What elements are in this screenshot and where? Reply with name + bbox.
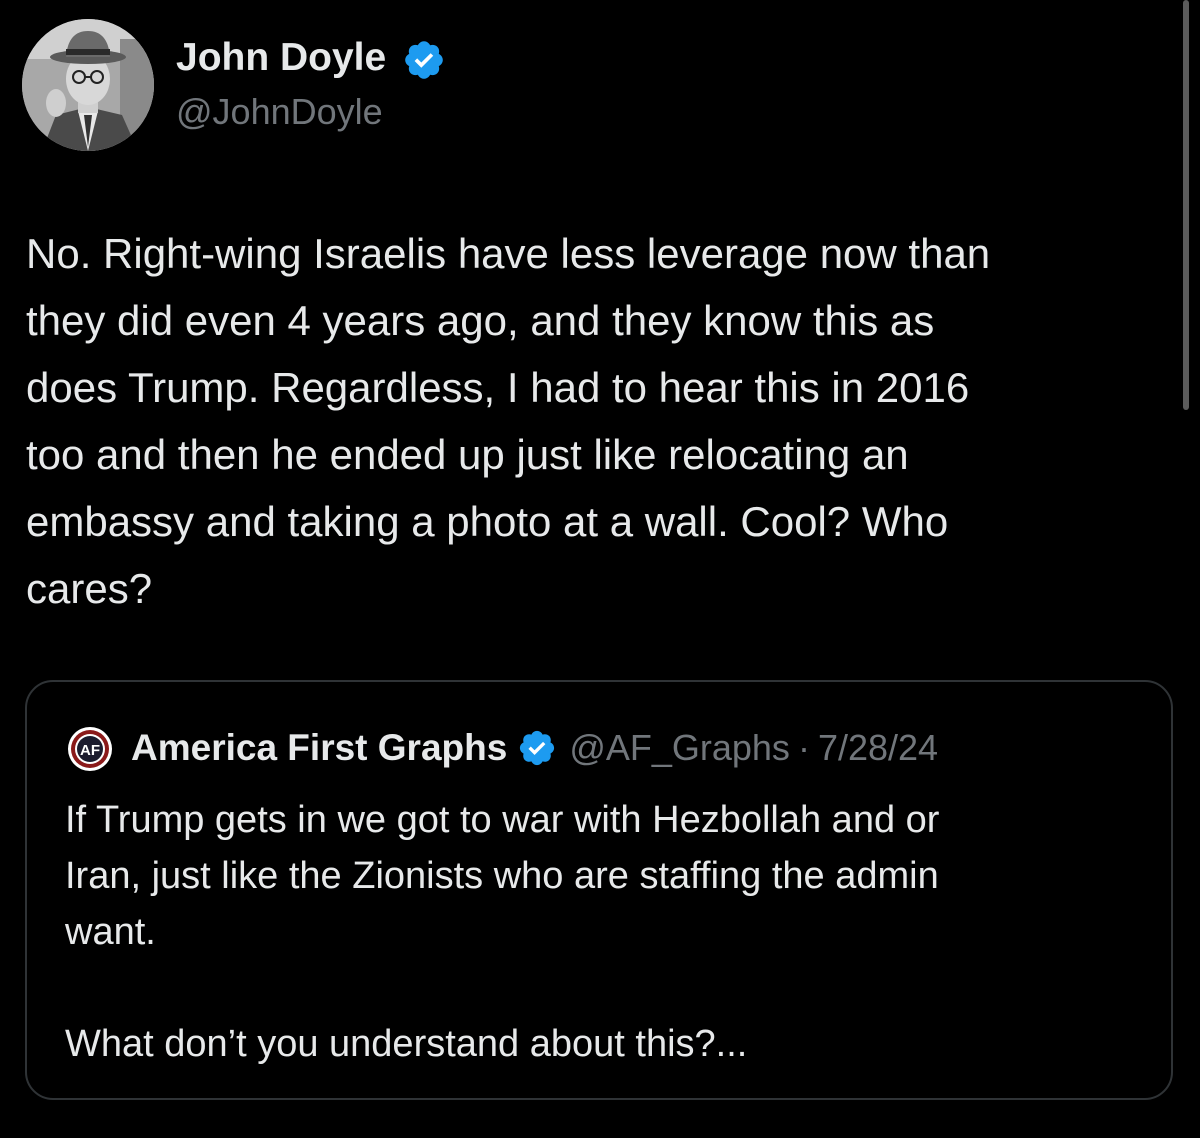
quoted-tweet-text: If Trump gets in we got to war with Hezb…: [65, 799, 940, 1065]
avatar[interactable]: [22, 19, 154, 151]
author-handle[interactable]: @JohnDoyle: [176, 90, 383, 134]
tweet-text: No. Right-wing Israelis have less levera…: [26, 230, 991, 612]
tweet: John Doyle @JohnDoyle No. Right-wing Isr…: [0, 0, 1200, 1138]
author-name[interactable]: John Doyle: [176, 34, 386, 82]
profile-photo-icon: [22, 19, 154, 151]
separator-dot: ·: [797, 727, 810, 768]
svg-text:AF: AF: [80, 742, 100, 759]
quoted-tweet-header: America First Graphs @AF_Graphs · 7/28/2…: [131, 722, 938, 774]
verified-badge-icon: [520, 730, 555, 766]
quoted-tweet-card[interactable]: AF America First Graphs @AF_Graphs · 7/2…: [25, 680, 1173, 1100]
quoted-tweet-date[interactable]: 7/28/24: [818, 727, 938, 769]
quoted-author-name[interactable]: America First Graphs: [131, 727, 507, 769]
quoted-author-handle[interactable]: @AF_Graphs: [569, 727, 790, 769]
scrollbar[interactable]: [1183, 0, 1189, 410]
verified-badge-icon: [405, 41, 443, 79]
af-logo-icon[interactable]: AF: [67, 726, 113, 772]
